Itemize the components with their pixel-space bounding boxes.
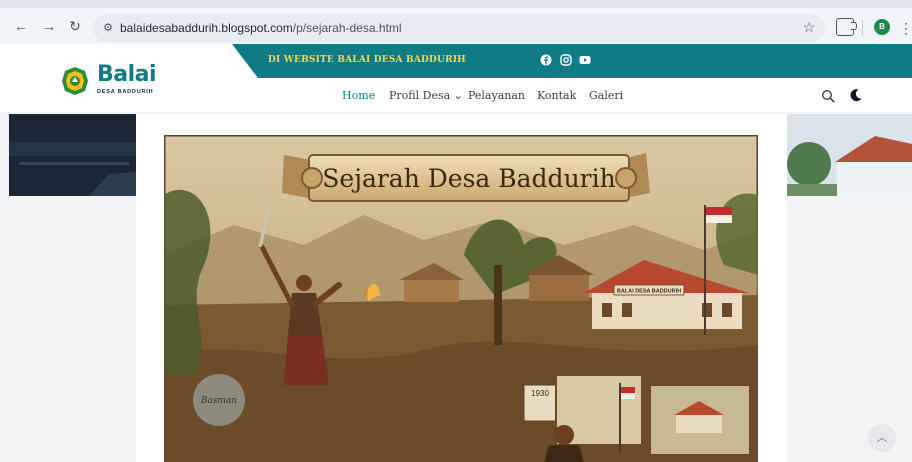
stone-inscription-text: Basman: [200, 396, 237, 406]
site-logo-title[interactable]: Balai: [97, 62, 157, 87]
hero-banner-title: Sejarah Desa Baddurih: [322, 164, 615, 193]
site-info-icon[interactable]: ⚙: [100, 20, 116, 36]
instagram-icon[interactable]: [560, 54, 572, 66]
building-sign-text: BALAI DESA BADDURIH: [617, 289, 681, 295]
browser-menu-icon[interactable]: ⋮: [899, 19, 912, 37]
dark-mode-moon-icon[interactable]: [849, 88, 863, 102]
village-emblem-logo[interactable]: [60, 66, 90, 96]
extensions-icon[interactable]: [836, 18, 857, 36]
scroll-to-top-button[interactable]: ︿: [868, 424, 896, 452]
nav-kontak[interactable]: Kontak: [537, 89, 576, 102]
side-image-left: [9, 114, 136, 196]
facebook-icon[interactable]: [540, 54, 552, 66]
nav-home[interactable]: Home: [342, 89, 375, 102]
url-path: /p/sejarah-desa.html: [292, 21, 402, 35]
toolbar-divider: [862, 20, 863, 36]
reload-icon[interactable]: ↻: [66, 17, 84, 35]
announcement-bar-notch: [232, 44, 258, 78]
side-image-right: [787, 114, 912, 196]
hero-illustration: BALAI DESA BADDURIH Basman 1930 Sejarah …: [164, 135, 758, 462]
browser-tab-strip: [0, 0, 912, 8]
nav-galeri[interactable]: Galeri: [589, 89, 623, 102]
bookmark-star-icon[interactable]: ☆: [800, 18, 818, 36]
url-host: balaidesabaddurih.blogspot.com: [120, 21, 293, 35]
calendar-year-text: 1930: [531, 389, 549, 398]
url-text[interactable]: balaidesabaddurih.blogspot.com/p/sejarah…: [120, 20, 402, 36]
announcement-marquee: DI WEBSITE BALAI DESA BADDURIH: [268, 55, 466, 65]
search-icon[interactable]: [821, 89, 835, 103]
youtube-icon[interactable]: [579, 54, 591, 66]
side-thumbnail-right: [787, 114, 912, 196]
forward-icon[interactable]: →: [40, 17, 58, 35]
side-thumbnail-left: [9, 114, 136, 196]
site-logo-subtitle: DESA BADDURIH: [97, 89, 154, 95]
back-icon[interactable]: ←: [12, 17, 30, 35]
nav-profil-desa[interactable]: Profil Desa ⌄: [389, 89, 463, 102]
nav-pelayanan[interactable]: Pelayanan: [468, 89, 525, 102]
profile-avatar[interactable]: B: [874, 19, 890, 35]
